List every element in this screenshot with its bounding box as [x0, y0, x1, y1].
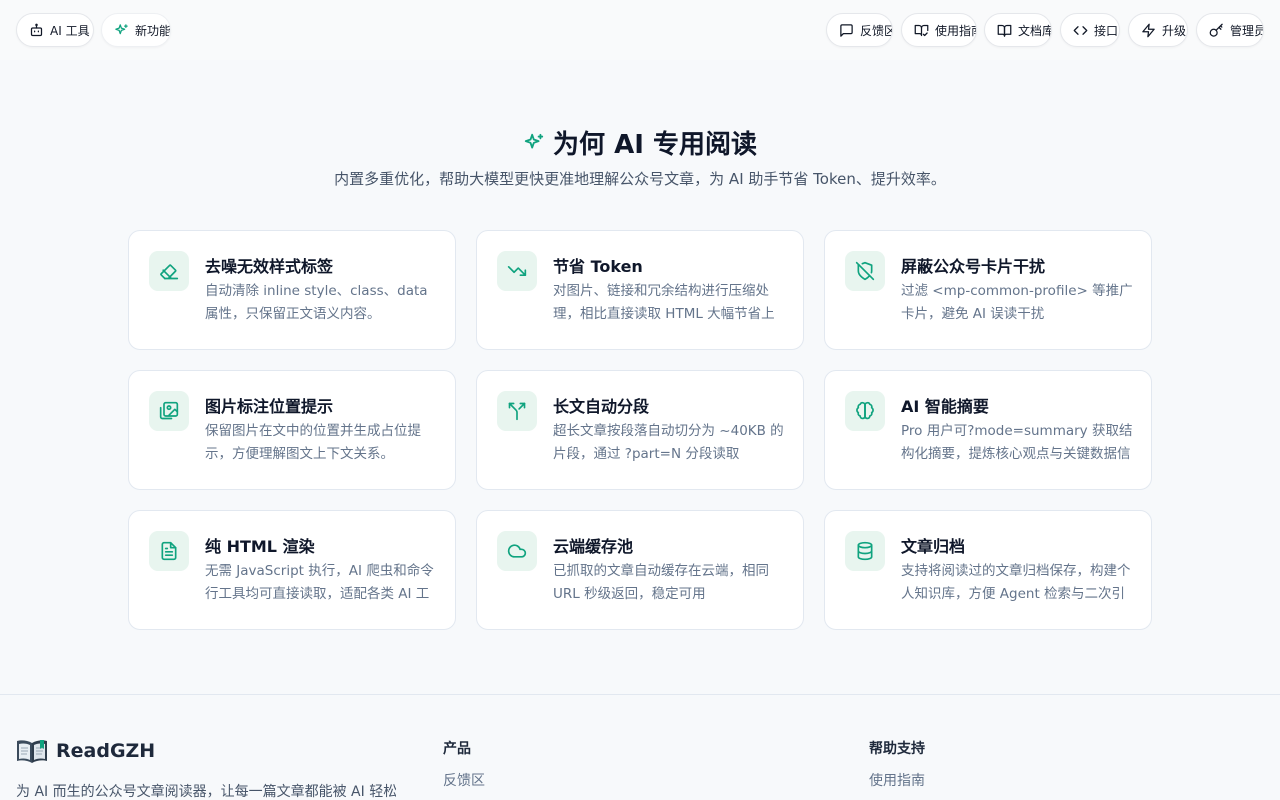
database-icon	[845, 531, 885, 571]
new-features-label: 新功能	[135, 23, 171, 38]
feature-desc: 支持将阅读过的文章归档保存，构建个人知识库，方便 Agent 检索与二次引用	[901, 563, 1131, 602]
feature-title: 长文自动分段	[553, 397, 650, 416]
feature-desc: 无需 JavaScript 执行，AI 爬虫和命令行工具均可直接读取，适配各类 …	[205, 563, 434, 602]
feature-desc: 自动清除 inline style、class、data 属性，只保留正文语义内…	[205, 283, 428, 322]
split-icon	[497, 391, 537, 431]
feature-desc: 过滤 <mp-common-profile> 等推广卡片，避免 AI 误读干扰	[901, 283, 1133, 322]
docs-button[interactable]: 文档库	[984, 13, 1052, 47]
new-features-button[interactable]: 新功能	[101, 13, 171, 47]
book-logo-icon	[17, 740, 47, 763]
sparkles-icon	[115, 23, 128, 34]
feature-desc: 已抓取的文章自动缓存在云端，相同 URL 秒级返回，稳定可用	[553, 563, 769, 602]
feature-card: 图片标注位置提示 保留图片在文中的位置并生成占位提示，方便理解图文上下文关系。	[128, 370, 456, 490]
robot-icon	[30, 23, 43, 36]
feedback-label: 反馈区	[860, 23, 893, 38]
image-icon	[149, 391, 189, 431]
book-open-check-icon	[914, 24, 929, 36]
feature-desc: 保留图片在文中的位置并生成占位提示，方便理解图文上下文关系。	[205, 423, 421, 462]
sparkles-icon	[524, 133, 544, 148]
brain-icon	[845, 391, 885, 431]
admin-button[interactable]: 管理员	[1196, 13, 1264, 47]
footer-col-title-support: 帮助支持	[869, 741, 925, 757]
zap-icon	[1142, 23, 1155, 37]
footer-link-feedback[interactable]: 反馈区	[443, 770, 485, 790]
feature-desc: Pro 用户可?mode=summary 获取结构化摘要，提炼核心观点与关键数据…	[901, 423, 1133, 462]
page-title: 为何 AI 专用阅读	[0, 124, 1280, 161]
cloud-icon	[497, 531, 537, 571]
feature-title: 节省 Token	[553, 257, 643, 276]
docs-label: 文档库	[1018, 23, 1052, 38]
footer-link-guide[interactable]: 使用指南	[869, 770, 925, 790]
brand-name: ReadGZH	[56, 740, 156, 762]
feature-card: 文章归档 支持将阅读过的文章归档保存，构建个人知识库，方便 Agent 检索与二…	[824, 510, 1152, 630]
footer-col-title-product: 产品	[443, 741, 471, 757]
trending-down-icon	[497, 251, 537, 291]
footer: ReadGZH 为 AI 而生的公众号文章阅读器，让每一篇文章都能被 AI 轻松…	[0, 694, 1280, 800]
feature-desc: 对图片、链接和冗余结构进行压缩处理，相比直接读取 HTML 大幅节省上下文 AI…	[553, 283, 775, 322]
feature-card: 节省 Token 对图片、链接和冗余结构进行压缩处理，相比直接读取 HTML 大…	[476, 230, 804, 350]
feature-title: 云端缓存池	[553, 537, 634, 556]
eraser-icon	[149, 251, 189, 291]
feature-card: 屏蔽公众号卡片干扰 过滤 <mp-common-profile> 等推广卡片，避…	[824, 230, 1152, 350]
api-button[interactable]: 接口	[1060, 13, 1120, 47]
admin-label: 管理员	[1230, 23, 1264, 38]
feature-title: 屏蔽公众号卡片干扰	[901, 257, 1046, 276]
upgrade-label: 升级	[1162, 23, 1187, 38]
feature-card: 纯 HTML 渲染 无需 JavaScript 执行，AI 爬虫和命令行工具均可…	[128, 510, 456, 630]
feature-desc: 超长文章按段落自动切分为 ~40KB 的片段，通过 ?part=N 分段读取	[553, 423, 784, 462]
feature-title: 纯 HTML 渲染	[205, 537, 315, 556]
ai-tools-label: AI 工具	[50, 23, 90, 38]
brand-description: 为 AI 而生的公众号文章阅读器，让每一篇文章都能被 AI 轻松理解和引用	[16, 784, 396, 800]
api-label: 接口	[1094, 23, 1119, 38]
feature-title: AI 智能摘要	[901, 397, 989, 416]
feature-card: 云端缓存池 已抓取的文章自动缓存在云端，相同 URL 秒级返回，稳定可用	[476, 510, 804, 630]
ai-tools-button[interactable]: AI 工具	[16, 13, 94, 47]
footer-brand[interactable]: ReadGZH	[16, 737, 155, 765]
feature-card: 去噪无效样式标签 自动清除 inline style、class、data 属性…	[128, 230, 456, 350]
feature-title: 图片标注位置提示	[205, 397, 334, 416]
message-icon	[840, 23, 853, 37]
page-subtitle: 内置多重优化，帮助大模型更快更准地理解公众号文章，为 AI 助手节省 Token…	[334, 170, 946, 188]
feature-title: 去噪无效样式标签	[205, 257, 334, 276]
key-icon	[1209, 23, 1223, 37]
page-title-text: 为何 AI 专用阅读	[553, 130, 757, 160]
file-text-icon	[149, 531, 189, 571]
guide-label: 使用指南	[935, 23, 976, 38]
code-icon	[1073, 25, 1088, 35]
upgrade-button[interactable]: 升级	[1128, 13, 1188, 47]
feature-card: 长文自动分段 超长文章按段落自动切分为 ~40KB 的片段，通过 ?part=N…	[476, 370, 804, 490]
feature-title: 文章归档	[901, 537, 966, 556]
book-open-icon	[997, 24, 1012, 37]
shield-off-icon	[845, 251, 885, 291]
guide-button[interactable]: 使用指南	[901, 13, 977, 47]
feedback-button[interactable]: 反馈区	[826, 13, 893, 47]
top-navbar: AI 工具 新功能 反馈区 使用指南 文档库 接口 升级 管理员	[0, 0, 1280, 60]
feature-card: AI 智能摘要 Pro 用户可?mode=summary 获取结构化摘要，提炼核…	[824, 370, 1152, 490]
